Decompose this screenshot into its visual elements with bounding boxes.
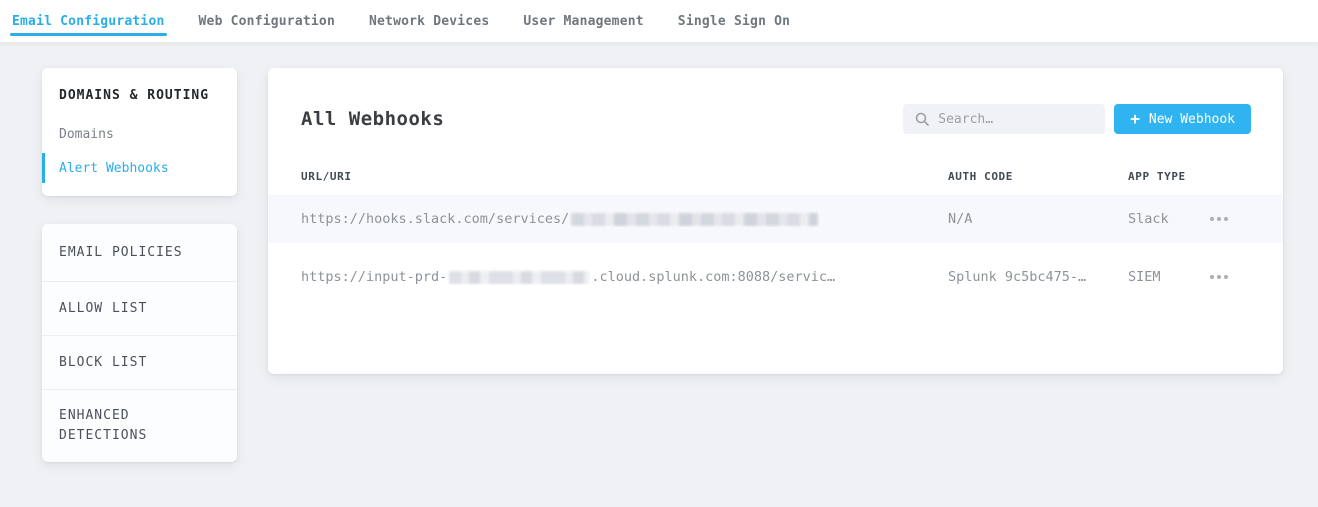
ellipsis-icon (1217, 275, 1221, 279)
nav-tab-email-configuration[interactable]: Email Configuration (10, 0, 167, 42)
ellipsis-icon (1210, 275, 1214, 279)
ellipsis-icon (1224, 275, 1228, 279)
ellipsis-icon (1217, 217, 1221, 221)
sidebar-item-alert-webhooks[interactable]: Alert Webhooks (42, 153, 237, 183)
domains-routing-items: Domains Alert Webhooks (42, 119, 237, 183)
col-header-app-type: APP TYPE (1128, 170, 1208, 183)
col-header-url: URL/URI (301, 170, 948, 183)
table-row: https://input-prd- .cloud.splunk.com:8088… (268, 253, 1283, 301)
webhooks-header: All Webhooks + New Webhook (268, 103, 1283, 135)
ellipsis-icon (1210, 217, 1214, 221)
url-text: https://input-prd- (301, 269, 447, 285)
page-title: All Webhooks (301, 108, 444, 130)
domains-routing-heading: DOMAINS & ROUTING (42, 88, 237, 103)
auth-code-cell: N/A (948, 211, 1128, 227)
new-webhook-button[interactable]: + New Webhook (1114, 104, 1251, 134)
top-nav: Email Configuration Web Configuration Netw… (0, 0, 1318, 43)
search-input[interactable] (938, 112, 1095, 127)
row-actions-menu[interactable] (1208, 211, 1230, 227)
nav-tab-web-configuration[interactable]: Web Configuration (197, 0, 337, 42)
table-row: https://hooks.slack.com/services/N/ASlac… (268, 195, 1283, 243)
url-cell: https://hooks.slack.com/services/ (301, 211, 948, 227)
search-icon (915, 112, 929, 126)
nav-tab-user-management[interactable]: User Management (521, 0, 645, 42)
sidebar-item-domains[interactable]: Domains (42, 119, 237, 149)
nav-tab-single-sign-on[interactable]: Single Sign On (676, 0, 792, 42)
webhooks-table: URL/URI AUTH CODE APP TYPE https://hooks… (268, 157, 1283, 301)
url-cell: https://input-prd- .cloud.splunk.com:8088… (301, 269, 948, 285)
app-type-cell: Slack (1128, 211, 1208, 227)
ellipsis-icon (1224, 217, 1228, 221)
col-header-auth-code: AUTH CODE (948, 170, 1128, 183)
row-actions-menu[interactable] (1208, 269, 1230, 285)
sidebar-section-allow-list[interactable]: ALLOW LIST (42, 281, 237, 335)
url-text: .cloud.splunk.com:8088/servic… (591, 269, 835, 285)
table-header-row: URL/URI AUTH CODE APP TYPE (268, 157, 1283, 195)
webhook-rows: https://hooks.slack.com/services/N/ASlac… (268, 195, 1283, 301)
nav-tabs: Email Configuration Web Configuration Netw… (10, 0, 822, 42)
webhooks-panel: All Webhooks + New Webhook URL/URI AUTH … (268, 68, 1283, 374)
auth-code-cell: Splunk 9c5bc475-… (948, 269, 1128, 285)
sidebar-section-email-policies[interactable]: EMAIL POLICIES (42, 224, 237, 281)
nav-tab-network-devices[interactable]: Network Devices (367, 0, 491, 42)
redacted-blob (449, 271, 589, 284)
app-type-cell: SIEM (1128, 269, 1208, 285)
url-text: https://hooks.slack.com/services/ (301, 211, 569, 227)
new-webhook-label: New Webhook (1149, 112, 1235, 127)
plus-icon: + (1130, 111, 1140, 127)
redacted-blob (571, 213, 818, 226)
sidebar-section-enhanced-detections[interactable]: ENHANCED DETECTIONS (42, 389, 237, 462)
search-box[interactable] (903, 104, 1105, 134)
sidebar-sections: EMAIL POLICIESALLOW LISTBLOCK LISTENHANC… (42, 224, 237, 462)
domains-routing-card: DOMAINS & ROUTING Domains Alert Webhooks (42, 68, 237, 196)
sidebar-section-block-list[interactable]: BLOCK LIST (42, 335, 237, 389)
sidebar-sections-card: EMAIL POLICIESALLOW LISTBLOCK LISTENHANC… (42, 224, 237, 462)
